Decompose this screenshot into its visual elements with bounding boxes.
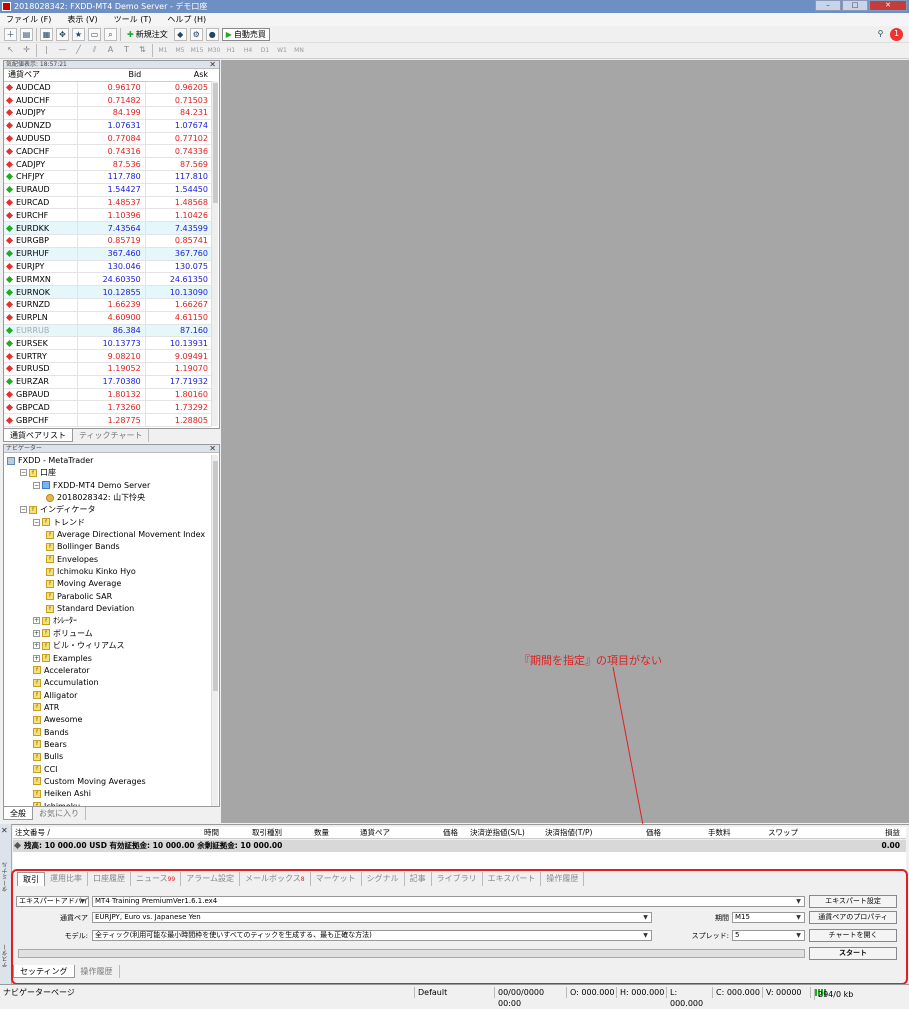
chevron-down-icon: ▼ [643,932,648,939]
status-open: O: 000.000 [566,987,616,998]
tester-type-select[interactable]: エキスパートアドバイザ ▼ [16,896,89,907]
terminal-tab[interactable]: マーケット [311,872,362,886]
status-profile: Default [414,987,494,998]
ea-select[interactable]: MT4 Training PremiumVer1.6.1.ex4 ▼ [92,896,805,907]
col-order[interactable]: 注文番号 / [15,827,50,838]
orders-list [13,852,906,869]
model-value: 全ティック(利用可能な最小時間枠を使いすべてのティックを生成する、最も正確な方法… [95,931,372,939]
terminal-label: ターミナル [2,862,9,892]
chevron-down-icon: ▼ [80,898,85,905]
tab-journal[interactable]: 操作履歴 [75,965,120,978]
terminal-tab-label: アラーム設定 [186,874,235,883]
spread-select[interactable]: 5 ▼ [732,930,805,941]
col-commission[interactable]: 手数料 [708,827,731,838]
col-sl[interactable]: 決済逆指値(S/L) [470,827,525,838]
terminal-tabs: 取引 運用比率 口座履歴 ニュース99 アラーム設定 メールボックス8 マーケット シグナル記… [13,870,906,886]
terminal-tab[interactable]: 操作履歴 [541,872,585,886]
tester-tabs: セッティング 操作履歴 [13,965,313,979]
status-bar: ナビゲーターページ Default 00/00/0000 00:00 O: 00… [0,984,909,1008]
orders-header: 注文番号 / 時間 取引種別 数量 通貨ペア 価格 決済逆指値(S/L) 決済指… [13,827,906,839]
terminal-tab-label: 口座履歴 [93,874,125,883]
col-tp[interactable]: 決済指値(T/P) [545,827,592,838]
symbol-select[interactable]: EURJPY, Euro vs. Japanese Yen ▼ [92,912,652,923]
terminal-tab-label: マーケット [315,874,356,883]
col-swap[interactable]: スワップ [768,827,798,838]
col-symbol[interactable]: 通貨ペア [360,827,390,838]
open-chart-button[interactable]: チャートを開く [809,929,897,942]
terminal-tab[interactable]: 記事 [405,872,432,886]
terminal-tab[interactable]: エキスパート [483,872,542,886]
expert-properties-button[interactable]: エキスパート設定 [809,895,897,908]
status-traffic: 294/0 kb [810,987,909,1000]
chevron-down-icon: ▼ [796,914,801,921]
status-low: L: 000.000 [666,987,712,1008]
terminal-tab[interactable]: 取引 [17,872,45,886]
terminal-tab-label: 記事 [409,874,426,883]
tab-badge: 8 [300,876,305,883]
terminal-tab-label: ニュース [136,874,168,883]
model-select[interactable]: 全ティック(利用可能な最小時間枠を使いすべてのティックを生成する、最も正確な方法… [92,930,652,941]
col-time[interactable]: 時間 [204,827,219,838]
terminal-tab[interactable]: アラーム設定 [181,872,241,886]
symbol-properties-button[interactable]: 通貨ペアのプロパティ [809,911,897,924]
tab-badge: 99 [167,876,176,883]
tester-label: テスター [2,944,9,968]
terminal-tab[interactable]: メールボックス8 [240,872,311,886]
status-help: ナビゲーターページ [3,988,75,997]
col-size[interactable]: 数量 [314,827,329,838]
close-icon[interactable]: ✕ [1,826,8,835]
chevron-down-icon: ▼ [643,914,648,921]
status-high: H: 000.000 [616,987,666,998]
status-datetime: 00/00/0000 00:00 [494,987,566,1008]
start-button[interactable]: スタート [809,947,897,960]
profit-total: 0.00 [881,841,900,850]
period-value: M15 [735,913,750,921]
col-price2[interactable]: 価格 [646,827,661,838]
terminal-tab-label: 取引 [23,875,39,884]
test-progress-bar [18,949,805,958]
status-traffic-value: 294/0 kb [814,989,853,1000]
col-price[interactable]: 価格 [443,827,458,838]
period-label: 期間 [715,914,729,922]
terminal-tab-label: 操作履歴 [546,874,579,883]
strategy-tester: エキスパートアドバイザ ▼ MT4 Training PremiumVer1.6.… [13,886,906,964]
balance-row: 残高: 10 000.00 USD 有効証拠金: 10 000.00 余剰証拠金… [13,840,906,852]
terminal-tab-label: メールボックス [245,874,301,883]
terminal-tab-label: エキスパート [487,874,536,883]
symbol-value: EURJPY, Euro vs. Japanese Yen [95,913,201,921]
balance-icon [13,841,22,850]
chevron-down-icon: ▼ [796,898,801,905]
terminal-sidebar: ✕ ターミナル テスター [0,824,12,984]
terminal-tab-label: シグナル [366,874,399,883]
balance-text: 残高: 10 000.00 USD 有効証拠金: 10 000.00 余剰証拠金… [24,841,283,850]
col-profit[interactable]: 損益 [885,827,900,838]
period-select[interactable]: M15 ▼ [732,912,805,923]
status-volume: V: 00000 [762,987,810,998]
status-close: C: 000.000 [712,987,762,998]
model-label: モデル: [64,932,88,940]
terminal-tab[interactable]: ライブラリ [432,872,483,886]
terminal-tab[interactable]: 口座履歴 [88,872,131,886]
terminal-tab[interactable]: ニュース99 [131,872,182,886]
spread-label: スプレッド: [691,932,729,940]
terminal-tab[interactable]: 運用比率 [45,872,88,886]
col-type[interactable]: 取引種別 [252,827,282,838]
symbol-label: 通貨ペア [60,914,88,922]
tab-settings[interactable]: セッティング [13,965,75,978]
chevron-down-icon: ▼ [796,932,801,939]
terminal-tab-label: 運用比率 [50,874,82,883]
ea-value: MT4 Training PremiumVer1.6.1.ex4 [95,897,218,905]
terminal-tab[interactable]: シグナル [362,872,405,886]
terminal-tab-label: ライブラリ [436,874,477,883]
spread-value: 5 [735,931,740,939]
